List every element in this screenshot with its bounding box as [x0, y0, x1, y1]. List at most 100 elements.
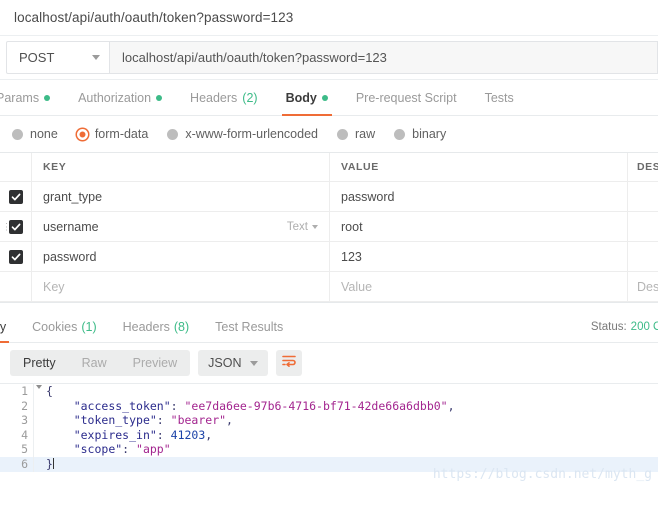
- row-description-input[interactable]: [628, 212, 658, 241]
- url-bar: POST localhost/api/auth/oauth/token?pass…: [0, 36, 658, 80]
- tab-body[interactable]: Body: [272, 80, 342, 116]
- json-token-type-value: "bearer": [170, 413, 227, 428]
- request-section-tabs: Params Authorization Headers (2) Body Pr…: [0, 80, 658, 116]
- row-description-input[interactable]: [628, 182, 658, 211]
- response-tab-body[interactable]: ody: [0, 311, 19, 343]
- response-format-label: JSON: [208, 356, 242, 370]
- code-line-text: "expires_in": 41203,: [73, 427, 213, 442]
- response-tab-headers-label: Headers: [122, 319, 170, 334]
- line-number: 3: [0, 413, 34, 428]
- tab-tests[interactable]: Tests: [471, 80, 528, 115]
- table-header-row: KEY VALUE DESC: [0, 153, 658, 182]
- row-type-select[interactable]: Text: [287, 221, 318, 233]
- body-mode-binary[interactable]: binary: [390, 127, 457, 141]
- header-check-cell: [0, 153, 32, 181]
- new-row-description-input[interactable]: Des: [628, 272, 658, 301]
- row-value-input[interactable]: root: [330, 212, 628, 241]
- table-new-row: Key Value Des: [0, 272, 658, 302]
- line-number: 5: [0, 442, 34, 457]
- json-access-token-value: "ee7da6ee-97b6-4716-bf71-42de66a6dbb0": [184, 398, 448, 413]
- new-row-key-input[interactable]: Key: [32, 272, 330, 301]
- view-mode-raw[interactable]: Raw: [69, 350, 120, 376]
- row-value-input[interactable]: password: [330, 182, 628, 211]
- row-checkbox[interactable]: [8, 219, 23, 234]
- line-number: 2: [0, 398, 34, 414]
- text-cursor: [52, 457, 54, 469]
- chevron-down-icon: [250, 360, 259, 366]
- view-mode-preview[interactable]: Preview: [120, 350, 190, 376]
- json-scope-value: "app": [136, 442, 171, 457]
- tab-body-label: Body: [285, 90, 317, 105]
- chevron-down-icon: [312, 224, 318, 229]
- chevron-down-icon: [92, 55, 100, 60]
- response-body-viewer[interactable]: 1 { 2 "access_token": "ee7da6ee-97b6-471…: [0, 383, 658, 491]
- row-key-value: username: [43, 219, 99, 234]
- url-input[interactable]: localhost/api/auth/oauth/token?password=…: [110, 41, 658, 74]
- row-value-value: root: [341, 219, 363, 234]
- tab-headers[interactable]: Headers (2): [176, 80, 272, 115]
- response-format-select[interactable]: JSON: [198, 350, 269, 376]
- pane-divider[interactable]: [0, 302, 658, 311]
- body-mode-raw-label: raw: [355, 127, 376, 141]
- code-line: 4 "expires_in": 41203,: [0, 427, 658, 443]
- response-section-tabs: ody Cookies (1) Headers (8) Test Results…: [0, 311, 658, 343]
- fold-arrow-icon[interactable]: [36, 385, 42, 389]
- row-type-label: Text: [286, 220, 308, 233]
- response-tab-test-results[interactable]: Test Results: [202, 311, 296, 342]
- body-mode-none[interactable]: none: [8, 127, 69, 141]
- row-description-input[interactable]: [628, 242, 658, 271]
- tab-headers-count: (2): [242, 90, 258, 105]
- new-row-value-input[interactable]: Value: [330, 272, 628, 301]
- row-checkbox[interactable]: [8, 189, 23, 204]
- tab-pre-request-script-label: Pre-request Script: [355, 90, 457, 105]
- response-tab-test-results-label: Test Results: [215, 319, 284, 334]
- body-mode-none-label: none: [30, 127, 58, 141]
- new-row-checkbox-cell: [0, 272, 32, 301]
- code-line: 3 "token_type": "bearer",: [0, 413, 658, 428]
- drag-handle-icon[interactable]: ⋮: [2, 222, 11, 231]
- code-line: 1 {: [0, 384, 658, 399]
- code-line: 5 "scope": "app": [0, 442, 658, 457]
- column-header-description: DESC: [637, 161, 658, 173]
- row-checkbox[interactable]: [8, 249, 23, 264]
- body-mode-raw[interactable]: raw: [333, 127, 386, 141]
- body-type-radio-group: none form-data x-www-form-urlencoded raw…: [0, 116, 658, 152]
- row-key-value: password: [43, 249, 97, 264]
- line-number: 1: [0, 384, 42, 399]
- code-line-text: }: [46, 456, 54, 471]
- radio-icon: [394, 128, 406, 140]
- body-mode-form-data-label: form-data: [94, 127, 149, 141]
- code-line: 6 }: [0, 456, 658, 472]
- json-expires-in-value: 41203: [170, 427, 206, 442]
- request-tab-title[interactable]: localhost/api/auth/oauth/token?password=…: [14, 10, 293, 25]
- active-indicator-dot: [321, 94, 328, 101]
- row-value-value: 123: [341, 249, 362, 264]
- row-key-input[interactable]: grant_type: [32, 182, 330, 211]
- tab-pre-request-script[interactable]: Pre-request Script: [342, 80, 471, 115]
- http-method-select[interactable]: POST: [6, 41, 110, 74]
- word-wrap-toggle[interactable]: [276, 350, 303, 376]
- tab-authorization[interactable]: Authorization: [64, 80, 176, 115]
- code-line: 2 "access_token": "ee7da6ee-97b6-4716-bf…: [0, 398, 658, 414]
- response-tab-cookies[interactable]: Cookies (1): [19, 311, 109, 342]
- row-checkbox-cell: [0, 242, 32, 271]
- tab-headers-label: Headers: [190, 90, 238, 105]
- row-value-input[interactable]: 123: [330, 242, 628, 271]
- row-key-input[interactable]: username Text: [32, 212, 330, 241]
- tab-tests-label: Tests: [484, 90, 514, 105]
- status-label: Status:: [590, 320, 627, 333]
- body-mode-binary-label: binary: [412, 127, 447, 141]
- url-input-value: localhost/api/auth/oauth/token?password=…: [122, 50, 387, 65]
- view-mode-pretty[interactable]: Pretty: [10, 350, 69, 376]
- body-mode-form-data[interactable]: form-data: [73, 127, 160, 141]
- code-line-text: "access_token": "ee7da6ee-97b6-4716-bf71…: [73, 398, 455, 413]
- response-tab-headers-count: (8): [173, 319, 190, 334]
- tab-params[interactable]: Params: [0, 80, 64, 115]
- response-view-toolbar: Pretty Raw Preview JSON: [0, 343, 658, 383]
- row-key-input[interactable]: password: [32, 242, 330, 271]
- response-tab-cookies-label: Cookies: [32, 319, 78, 334]
- active-indicator-dot: [156, 94, 163, 101]
- table-row: password 123: [0, 242, 658, 272]
- response-tab-headers[interactable]: Headers (8): [110, 311, 203, 342]
- body-mode-urlencoded[interactable]: x-www-form-urlencoded: [163, 127, 329, 141]
